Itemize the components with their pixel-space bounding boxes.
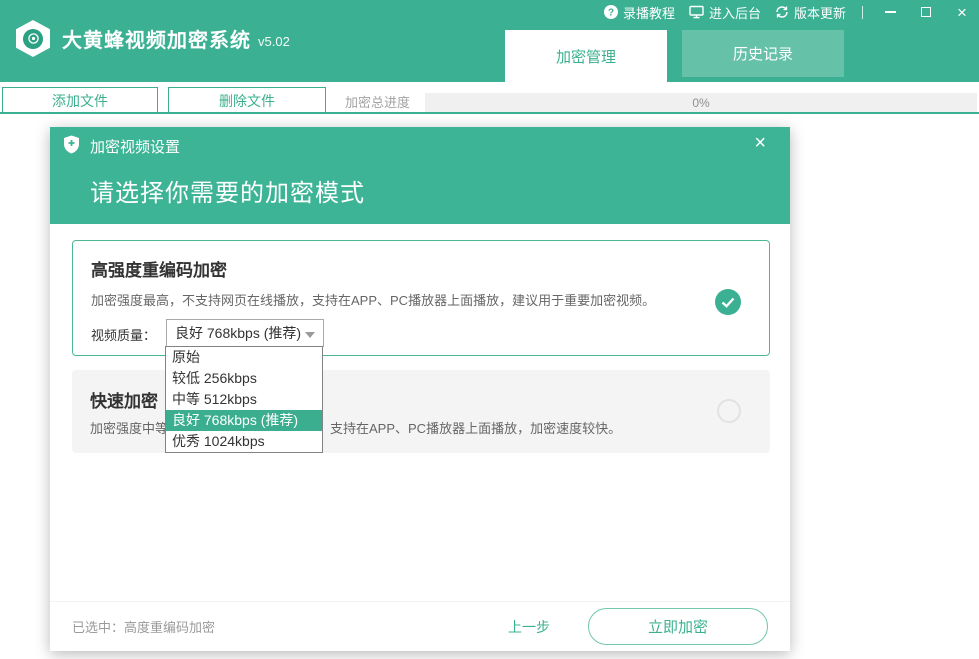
mode-fast-description-start: 加密强度中等 bbox=[90, 421, 169, 436]
close-icon: × bbox=[957, 2, 967, 22]
top-menubar: ? 录播教程 进入后台 版本更新 × bbox=[603, 0, 973, 24]
mode-high-description: 加密强度最高，不支持网页在线播放，支持在APP、PC播放器上面播放，建议用于重要… bbox=[91, 293, 656, 308]
selected-mode-status: 已选中：高度重编码加密 bbox=[72, 620, 216, 635]
video-quality-label: 视频质量： bbox=[91, 328, 157, 343]
total-progress-bar: 0% bbox=[425, 93, 977, 112]
mode-card-high-strength[interactable]: 高强度重编码加密 加密强度最高，不支持网页在线播放，支持在APP、PC播放器上面… bbox=[72, 240, 770, 356]
total-progress-value: 0% bbox=[692, 95, 710, 110]
dropdown-option-256kbps[interactable]: 较低 256kbps bbox=[166, 368, 322, 389]
app-header: ? 录播教程 进入后台 版本更新 × 大黄蜂视频加密系统 v5.02 加密管理 … bbox=[0, 0, 979, 82]
dialog-header: 加密视频设置 × 请选择你需要的加密模式 bbox=[50, 127, 790, 224]
minimize-button[interactable] bbox=[879, 2, 901, 22]
previous-step-button[interactable]: 上一步 bbox=[508, 617, 550, 637]
encrypt-now-button[interactable]: 立即加密 bbox=[588, 608, 768, 645]
mode-fast-title: 快速加密 bbox=[90, 392, 158, 411]
app-window: ? 录播教程 进入后台 版本更新 × 大黄蜂视频加密系统 v5.02 加密管理 … bbox=[0, 0, 979, 659]
menu-backend[interactable]: 进入后台 bbox=[689, 3, 761, 22]
dropdown-option-768kbps-selected[interactable]: 良好 768kbps (推荐) bbox=[166, 410, 322, 431]
dropdown-option-original[interactable]: 原始 bbox=[166, 347, 322, 368]
delete-file-button[interactable]: 删除文件 bbox=[168, 87, 326, 114]
file-toolbar: 添加文件 删除文件 加密总进度 0% bbox=[0, 82, 979, 114]
app-brand: 大黄蜂视频加密系统 v5.02 bbox=[16, 20, 290, 57]
total-progress-label: 加密总进度 bbox=[345, 95, 411, 110]
check-icon bbox=[721, 297, 735, 308]
mode-high-selected-check[interactable] bbox=[715, 289, 741, 315]
minimize-icon bbox=[884, 11, 896, 13]
dropdown-option-1024kbps[interactable]: 优秀 1024kbps bbox=[166, 431, 322, 452]
shield-plus-icon bbox=[63, 135, 80, 158]
content-top-divider bbox=[0, 112, 979, 114]
menu-tutorial[interactable]: ? 录播教程 bbox=[603, 3, 675, 22]
app-version: v5.02 bbox=[258, 34, 290, 49]
encryption-settings-dialog: 加密视频设置 × 请选择你需要的加密模式 高强度重编码加密 加密强度最高，不支持… bbox=[50, 127, 790, 651]
video-quality-value: 良好 768kbps (推荐) bbox=[175, 325, 302, 341]
monitor-icon bbox=[689, 5, 704, 19]
mode-fast-description-end: 支持在APP、PC播放器上面播放，加密速度较快。 bbox=[330, 421, 622, 436]
tab-history[interactable]: 历史记录 bbox=[682, 30, 844, 77]
app-title: 大黄蜂视频加密系统 bbox=[62, 30, 251, 52]
help-circle-icon: ? bbox=[603, 5, 618, 19]
dialog-footer: 已选中：高度重编码加密 上一步 立即加密 bbox=[50, 601, 790, 651]
refresh-icon bbox=[775, 5, 789, 19]
dropdown-option-512kbps[interactable]: 中等 512kbps bbox=[166, 389, 322, 410]
mode-high-title: 高强度重编码加密 bbox=[91, 261, 227, 280]
chevron-down-icon bbox=[305, 332, 315, 338]
close-button[interactable]: × bbox=[951, 2, 973, 22]
dialog-close-icon[interactable]: × bbox=[754, 133, 766, 153]
menu-update-label: 版本更新 bbox=[793, 5, 846, 21]
menu-tutorial-label: 录播教程 bbox=[622, 5, 675, 21]
dialog-header-row: 加密视频设置 bbox=[63, 135, 180, 158]
dialog-header-label: 加密视频设置 bbox=[90, 139, 181, 156]
maximize-icon bbox=[921, 7, 931, 17]
maximize-button[interactable] bbox=[915, 2, 937, 22]
menu-backend-label: 进入后台 bbox=[708, 5, 761, 21]
tab-encryption-management[interactable]: 加密管理 bbox=[505, 30, 667, 82]
add-file-button[interactable]: 添加文件 bbox=[2, 87, 158, 114]
svg-text:?: ? bbox=[608, 8, 614, 19]
menu-update[interactable]: 版本更新 bbox=[775, 3, 846, 22]
video-quality-select[interactable]: 良好 768kbps (推荐) bbox=[166, 319, 324, 347]
mode-fast-radio[interactable] bbox=[717, 399, 741, 423]
dialog-body: 高强度重编码加密 加密强度最高，不支持网页在线播放，支持在APP、PC播放器上面… bbox=[50, 224, 790, 601]
app-logo-icon bbox=[16, 20, 50, 57]
video-quality-dropdown: 原始 较低 256kbps 中等 512kbps 良好 768kbps (推荐)… bbox=[165, 346, 323, 453]
window-controls-divider bbox=[862, 5, 863, 19]
dialog-title: 请选择你需要的加密模式 bbox=[90, 180, 365, 207]
